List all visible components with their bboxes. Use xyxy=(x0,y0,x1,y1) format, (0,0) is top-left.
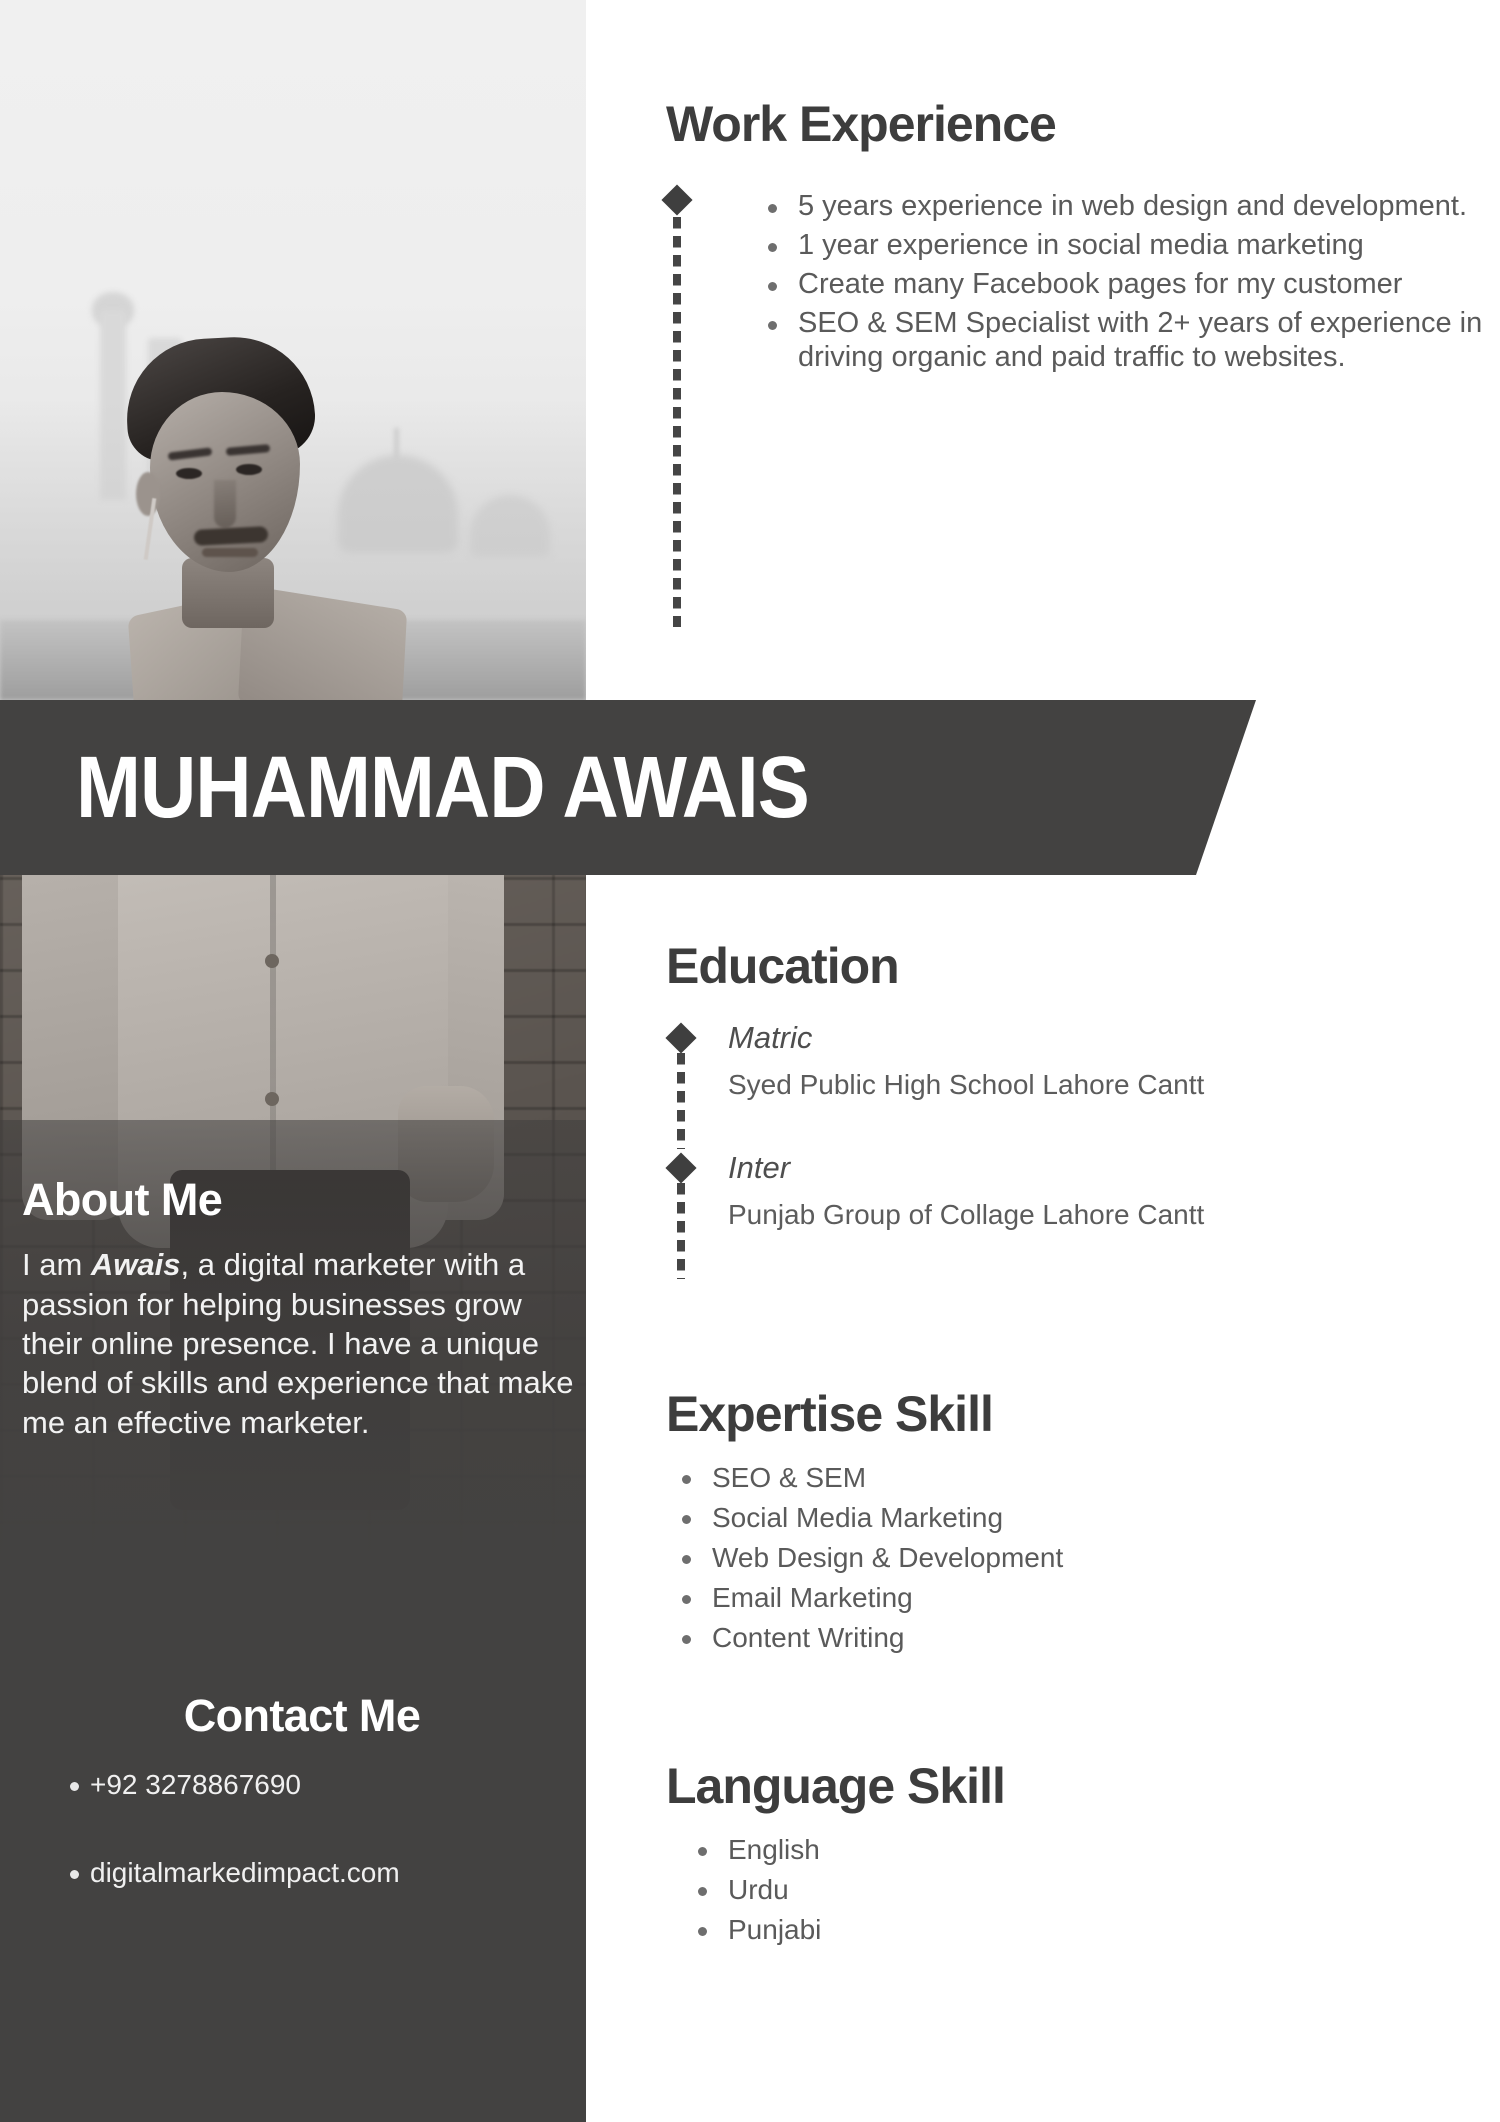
expertise-skill-list: SEO & SEM Social Media Marketing Web Des… xyxy=(666,1461,1486,1654)
expertise-skill-section: Expertise Skill SEO & SEM Social Media M… xyxy=(666,1388,1486,1661)
about-me-title: About Me xyxy=(22,1174,223,1225)
language-skill-section: Language Skill English Urdu Punjabi xyxy=(666,1760,1486,1953)
work-bullet-1: 5 years experience in web design and dev… xyxy=(758,189,1486,223)
contact-list: +92 3278867690 digitalmarkedimpact.com xyxy=(22,1768,582,1889)
ear-shape xyxy=(136,472,160,516)
contact-title: Contact Me xyxy=(183,1690,421,1741)
work-bullet-3: Create many Facebook pages for my custom… xyxy=(758,267,1486,301)
shirt-button-2 xyxy=(265,954,279,968)
lips-shape xyxy=(202,548,258,557)
about-me-section: About Me I am Awais, a digital marketer … xyxy=(22,1176,582,1442)
language-item-1: English xyxy=(666,1833,1486,1866)
language-item-2: Urdu xyxy=(666,1873,1486,1906)
expertise-item-3: Web Design & Development xyxy=(666,1541,1486,1574)
diamond-icon xyxy=(665,1152,697,1184)
education-item-inter: Inter Punjab Group of Collage Lahore Can… xyxy=(665,1150,1486,1280)
work-experience-list: 5 years experience in web design and dev… xyxy=(758,189,1486,375)
expertise-skill-title: Expertise Skill xyxy=(666,1386,994,1442)
about-me-text-before: I am xyxy=(22,1247,91,1283)
portrait-figure xyxy=(90,330,420,700)
person-name: MUHAMMAD AWAIS xyxy=(76,737,810,837)
portrait-photo-top xyxy=(0,0,586,700)
dotted-line-icon xyxy=(673,216,681,627)
work-bullet-2: 1 year experience in social media market… xyxy=(758,228,1486,262)
nose-shape xyxy=(214,480,236,528)
work-experience-title: Work Experience xyxy=(666,96,1057,152)
contact-website[interactable]: digitalmarkedimpact.com xyxy=(22,1856,582,1890)
timeline-marker-matric xyxy=(665,1021,697,1054)
work-bullet-4: SEO & SEM Specialist with 2+ years of ex… xyxy=(758,306,1486,374)
expertise-item-5: Content Writing xyxy=(666,1621,1486,1654)
dotted-line-icon xyxy=(677,1183,685,1280)
timeline-marker-work xyxy=(661,183,693,216)
contact-phone[interactable]: +92 3278867690 xyxy=(22,1768,582,1802)
contact-section: Contact Me +92 3278867690 digitalmarkedi… xyxy=(22,1690,582,1889)
eye-right xyxy=(236,464,262,475)
right-content-column: Work Experience 5 years experience in we… xyxy=(586,0,1500,2122)
education-institution-matric: Syed Public High School Lahore Cantt xyxy=(728,1068,1205,1100)
education-section: Education Matric Syed Public High School… xyxy=(665,938,1486,1282)
work-experience-body: 5 years experience in web design and dev… xyxy=(661,183,1486,627)
language-skill-list: English Urdu Punjabi xyxy=(666,1833,1486,1946)
name-banner: MUHAMMAD AWAIS xyxy=(0,700,1256,875)
expertise-item-4: Email Marketing xyxy=(666,1581,1486,1614)
education-title: Education xyxy=(666,938,900,994)
dotted-line-icon xyxy=(677,1052,685,1149)
diamond-icon xyxy=(665,1021,697,1054)
education-institution-inter: Punjab Group of Collage Lahore Cantt xyxy=(728,1199,1205,1231)
education-degree-matric: Matric xyxy=(728,1019,813,1055)
work-experience-section: Work Experience 5 years experience in we… xyxy=(661,96,1486,627)
education-degree-inter: Inter xyxy=(728,1150,791,1186)
expertise-item-1: SEO & SEM xyxy=(666,1461,1486,1494)
shirt-button-3 xyxy=(265,1092,279,1106)
about-me-text: I am Awais, a digital marketer with a pa… xyxy=(22,1245,578,1442)
about-me-highlight: Awais xyxy=(90,1247,181,1283)
language-item-3: Punjabi xyxy=(666,1913,1486,1946)
language-skill-title: Language Skill xyxy=(666,1758,1006,1814)
diamond-icon xyxy=(661,183,693,216)
education-item-matric: Matric Syed Public High School Lahore Ca… xyxy=(665,1019,1486,1149)
timeline-marker-inter xyxy=(665,1152,697,1184)
expertise-item-2: Social Media Marketing xyxy=(666,1501,1486,1534)
eye-left xyxy=(176,468,202,479)
